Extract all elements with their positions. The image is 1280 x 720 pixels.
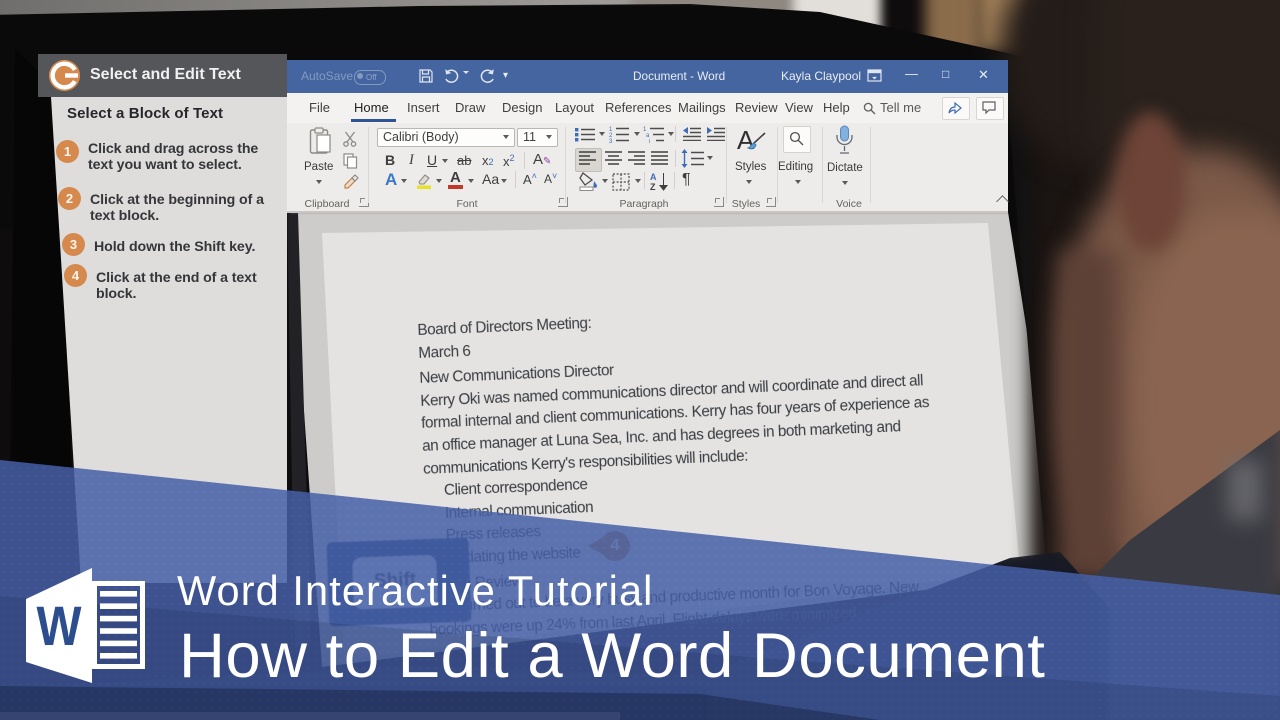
svg-text:Z: Z [650, 182, 656, 191]
svg-text:W: W [37, 594, 82, 657]
svg-text:i: i [649, 139, 650, 143]
svg-text:A: A [650, 172, 657, 182]
svg-text:3: 3 [609, 139, 613, 143]
